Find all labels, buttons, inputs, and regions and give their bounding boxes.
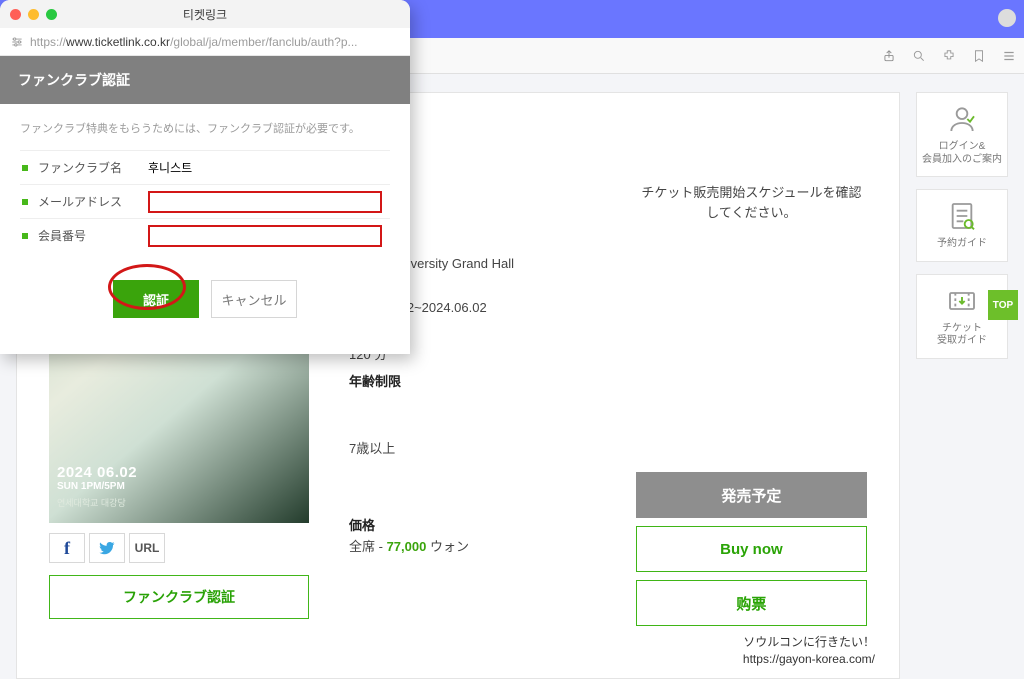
popup-url-text: https://www.ticketlink.co.kr/global/ja/m… [30,35,358,49]
email-label: メールアドレス [38,193,148,210]
share-twitter-button[interactable] [89,533,125,563]
member-row: 会員番号 [20,218,390,252]
poster-time: SUN 1PM/5PM [57,481,301,492]
menu-icon[interactable] [1002,49,1016,63]
document-icon [946,200,978,232]
age-label: 年齢制限 [349,371,606,390]
share-icon[interactable] [882,49,896,63]
scroll-top-button[interactable]: TOP [988,290,1018,320]
presale-button[interactable]: 発売予定 [636,472,867,518]
age-value: 7歳以上 [349,438,606,457]
side-guide-label: 予約ガイド [937,238,987,251]
search-bg-icon[interactable] [912,49,926,63]
popup-hint: ファンクラブ特典をもらうためには、ファンクラブ認証が必要です。 [20,120,390,136]
share-facebook-button[interactable]: f [49,533,85,563]
fanclub-name-row: ファンクラブ名 후니스트 [20,150,390,184]
member-label: 会員番号 [38,227,148,244]
popup-header: ファンクラブ認証 [0,56,410,104]
window-controls-icon[interactable] [998,9,1016,27]
side-login-tile[interactable]: ログイン& 会員加入のご案内 [916,92,1008,177]
popup-titlebar: 티켓링크 [0,0,410,28]
popup-url-bar[interactable]: https://www.ticketlink.co.kr/global/ja/m… [0,28,410,56]
buy-now-button[interactable]: Buy now [636,526,867,572]
cancel-button[interactable]: キャンセル [211,280,297,318]
popup-window-title: 티켓링크 [0,6,410,23]
bookmark-icon[interactable] [972,49,986,63]
bullet-icon [22,199,28,205]
footer-note: ソウルコンに行きたい！ https://gayon-korea.com/ [743,634,875,668]
user-icon [946,103,978,135]
member-number-field[interactable] [148,225,382,247]
buy-cn-button[interactable]: 购票 [636,580,867,626]
fanclub-name-label: ファンクラブ名 [38,159,148,176]
bullet-icon [22,233,28,239]
poster-venue: 연세대학교 대강당 [57,496,301,509]
email-row: メールアドレス [20,184,390,218]
fanclub-auth-popup: 티켓링크 https://www.ticketlink.co.kr/global… [0,0,410,354]
email-field[interactable] [148,191,382,213]
ticket-schedule-msg: チケット販売開始スケジュールを確認してください。 [636,183,867,222]
side-login-label: ログイン& 会員加入のご案内 [922,141,1002,166]
price-value: 全席 - 77,000 ウォン [349,536,606,555]
side-receive-label: チケット 受取ガイド [937,323,987,348]
side-guide-tile[interactable]: 予約ガイド [916,189,1008,262]
confirm-button[interactable]: 認証 [113,280,199,318]
ticket-column: チケット販売開始スケジュールを確認してください。 発売予定 Buy now 购票 [636,183,867,634]
bullet-icon [22,165,28,171]
poster-date: 2024 06.02 [57,464,301,481]
price-label: 価格 [349,515,606,534]
site-settings-icon[interactable] [10,35,24,49]
fanclub-name-value: 후니스트 [148,159,192,176]
fanclub-auth-button[interactable]: ファンクラブ認証 [49,575,309,619]
share-url-button[interactable]: URL [129,533,165,563]
ticket-icon [946,285,978,317]
extensions-icon[interactable] [942,49,956,63]
side-rail: ログイン& 会員加入のご案内 予約ガイド チケット 受取ガイド [916,92,1008,679]
